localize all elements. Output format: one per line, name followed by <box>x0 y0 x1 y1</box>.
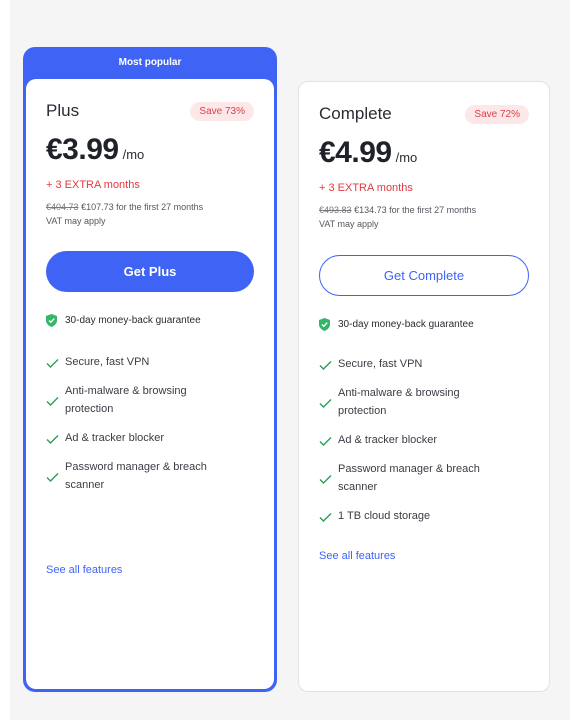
extra-months: + 3 EXTRA months <box>46 179 140 191</box>
get-plus-button[interactable]: Get Plus <box>46 251 254 292</box>
feature-text: Anti-malware & browsing protection <box>65 385 187 415</box>
save-badge: Save 73% <box>190 101 254 121</box>
most-popular-badge: Most popular <box>118 57 182 68</box>
feature-item: Ad & tracker blocker <box>46 429 254 447</box>
billing-period: for the first 27 months <box>116 202 204 212</box>
billing-details: €404.73 €107.73 for the first 27 months <box>46 200 254 214</box>
plan-name: Complete <box>319 104 392 123</box>
plan-card-plus: Plus Save 73% €3.99 /mo + 3 EXTRA months… <box>26 79 274 689</box>
vat-note: VAT may apply <box>46 216 106 226</box>
guarantee-text: 30-day money-back guarantee <box>65 315 201 326</box>
feature-text: Password manager & breach scanner <box>65 461 207 491</box>
feature-list: Secure, fast VPN Anti-malware & browsing… <box>319 355 529 536</box>
feature-item: Password manager & breach scanner <box>319 460 529 496</box>
feature-text: Password manager & breach scanner <box>338 463 480 493</box>
feature-text: Ad & tracker blocker <box>338 434 438 446</box>
guarantee: 30-day money-back guarantee <box>46 314 254 327</box>
feature-item: Password manager & breach scanner <box>46 458 254 494</box>
price-period: /mo <box>122 147 145 162</box>
check-icon <box>319 399 332 408</box>
price-period: /mo <box>395 150 418 165</box>
feature-text: Ad & tracker blocker <box>65 432 165 444</box>
see-all-features-link[interactable]: See all features <box>319 550 395 562</box>
price: €4.99 /mo <box>319 136 529 170</box>
new-price: €134.73 <box>354 205 387 215</box>
feature-item: 1 TB cloud storage <box>319 507 529 525</box>
new-price: €107.73 <box>81 202 114 212</box>
check-icon <box>319 475 332 484</box>
check-icon <box>46 435 59 444</box>
check-icon <box>319 437 332 446</box>
save-badge: Save 72% <box>465 104 529 124</box>
feature-item: Anti-malware & browsing protection <box>46 382 254 418</box>
see-all-features-link[interactable]: See all features <box>46 564 122 576</box>
feature-item: Ad & tracker blocker <box>319 431 529 449</box>
guarantee: 30-day money-back guarantee <box>319 318 529 331</box>
feature-list: Secure, fast VPN Anti-malware & browsing… <box>46 353 254 505</box>
plan-card-complete: Complete Save 72% €4.99 /mo + 3 EXTRA mo… <box>298 81 550 692</box>
feature-item: Secure, fast VPN <box>319 355 529 373</box>
price-amount: €4.99 <box>319 136 392 169</box>
feature-text: 1 TB cloud storage <box>338 510 431 522</box>
feature-text: Secure, fast VPN <box>65 356 150 368</box>
feature-text: Secure, fast VPN <box>338 358 423 370</box>
billing-details: €493.83 €134.73 for the first 27 months <box>319 203 529 217</box>
billing-period: for the first 27 months <box>389 205 477 215</box>
plan-name: Plus <box>46 101 80 120</box>
get-complete-button[interactable]: Get Complete <box>319 255 529 296</box>
feature-item: Anti-malware & browsing protection <box>319 384 529 420</box>
old-price: €404.73 <box>46 202 79 212</box>
check-icon <box>46 359 59 368</box>
vat-note: VAT may apply <box>319 219 379 229</box>
check-icon <box>319 513 332 522</box>
plan-card-plus-highlight: Most popular Plus Save 73% €3.99 /mo + 3… <box>23 47 277 692</box>
feature-item: Secure, fast VPN <box>46 353 254 371</box>
price: €3.99 /mo <box>46 133 254 167</box>
shield-check-icon <box>319 318 330 331</box>
check-icon <box>319 361 332 370</box>
feature-text: Anti-malware & browsing protection <box>338 387 460 417</box>
old-price: €493.83 <box>319 205 352 215</box>
check-icon <box>46 397 59 406</box>
shield-check-icon <box>46 314 57 327</box>
check-icon <box>46 473 59 482</box>
price-amount: €3.99 <box>46 133 119 166</box>
extra-months: + 3 EXTRA months <box>319 182 413 194</box>
guarantee-text: 30-day money-back guarantee <box>338 319 474 330</box>
